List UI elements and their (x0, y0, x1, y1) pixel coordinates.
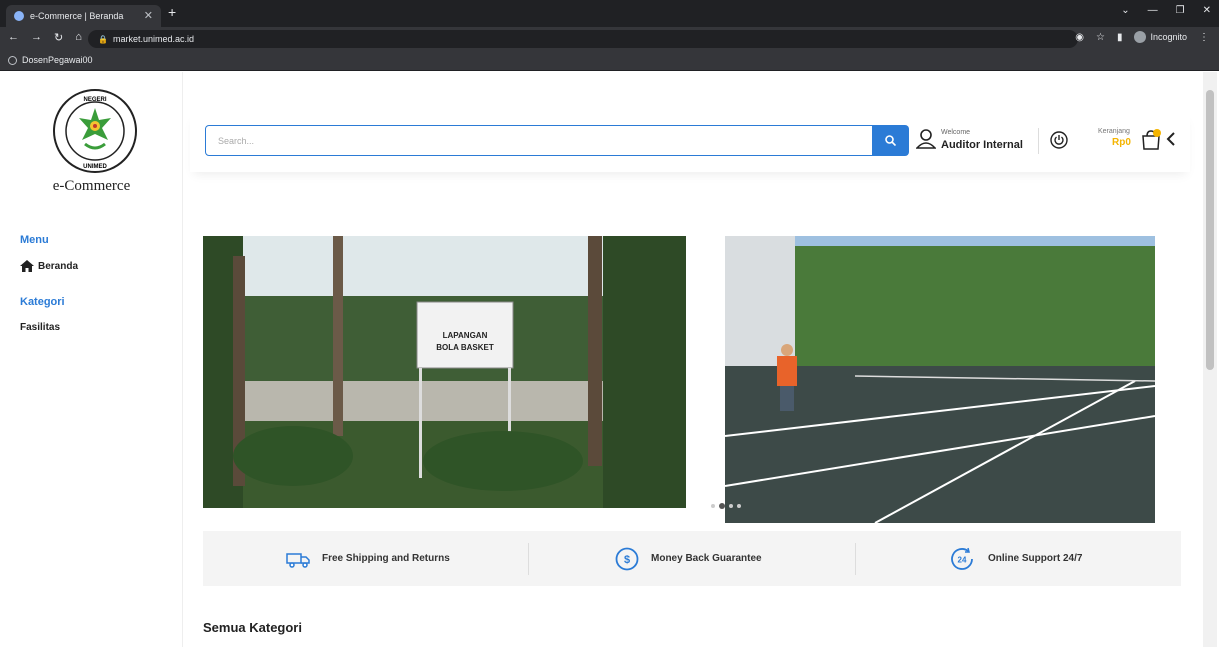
tab-title: e-Commerce | Beranda (30, 11, 124, 21)
feature-label: Online Support 24/7 (988, 553, 1083, 564)
toolbar-right: ◉ ☆ ▮ Incognito ⋮ (1075, 31, 1209, 43)
close-tab-icon[interactable]: ✕ (144, 9, 153, 22)
divider (1038, 128, 1039, 154)
sidebar-item-label: Beranda (38, 260, 79, 272)
home-icon[interactable]: ⌂ (75, 31, 82, 44)
menu-heading: Menu (20, 234, 49, 246)
reload-icon[interactable]: ↻ (54, 31, 63, 44)
features-bar: Free Shipping and Returns $ Money Back G… (203, 531, 1181, 586)
site-header: Search... Welcome Auditor Internal Keran… (190, 112, 1190, 172)
dollar-circle-icon: $ (615, 547, 639, 570)
sign-title: LAPANGAN (443, 331, 488, 340)
shopping-bag-icon (1142, 129, 1161, 150)
username: Auditor Internal (941, 139, 1023, 151)
banner-tennis-court[interactable] (725, 236, 1155, 523)
bookmark-item[interactable]: DosenPegawai00 (8, 55, 93, 65)
sidebar-item-fasilitas[interactable]: Fasilitas (20, 322, 60, 333)
category-heading: Kategori (20, 296, 65, 308)
search-input[interactable]: Search... (205, 125, 873, 156)
url-text: market.unimed.ac.id (112, 34, 195, 44)
search-button[interactable] (873, 125, 909, 156)
feature-online-support: 24 Online Support 24/7 (950, 531, 1082, 586)
divider (855, 543, 856, 575)
carousel-dot-active[interactable] (719, 503, 725, 509)
menu-kebab-icon[interactable]: ⋮ (1199, 32, 1209, 43)
chevron-left-icon[interactable] (1166, 131, 1176, 147)
globe-icon (8, 55, 17, 65)
banner-basketball-court[interactable]: LAPANGAN BOLA BASKET (203, 236, 686, 508)
svg-text:UNIMED: UNIMED (83, 164, 107, 170)
user-icon (916, 129, 936, 149)
sidebar: NEGERI UNIMED e-Commerce Menu Beranda Ka… (0, 72, 183, 647)
feature-label: Free Shipping and Returns (322, 553, 450, 564)
carousel-dot[interactable] (729, 504, 733, 508)
carousel-dot[interactable] (737, 504, 741, 508)
support-24-icon: 24 (951, 547, 973, 570)
chevron-down-icon[interactable]: ⌄ (1121, 5, 1129, 16)
unimed-logo-icon: NEGERI UNIMED (53, 89, 137, 173)
restore-icon[interactable]: ❐ (1176, 5, 1185, 16)
bookmark-label: DosenPegawai00 (22, 55, 93, 65)
divider (528, 543, 529, 575)
incognito-indicator[interactable]: Incognito (1134, 31, 1187, 43)
carousel-dot[interactable] (711, 504, 715, 508)
page: NEGERI UNIMED e-Commerce Menu Beranda Ka… (0, 72, 1219, 647)
new-tab-icon[interactable]: + (168, 4, 176, 20)
carousel-dots (711, 503, 741, 509)
power-icon[interactable] (1050, 131, 1068, 149)
back-icon[interactable]: ← (8, 31, 19, 44)
url-bar[interactable]: 🔒 market.unimed.ac.id (88, 30, 1078, 48)
cart[interactable]: Keranjang Rp0 (1098, 128, 1188, 156)
home-icon (20, 260, 34, 272)
star-icon[interactable]: ☆ (1096, 32, 1105, 43)
incognito-label: Incognito (1150, 32, 1187, 42)
tennis-court-image (725, 236, 1155, 523)
feature-free-shipping: Free Shipping and Returns (286, 531, 450, 586)
forward-icon[interactable]: → (31, 31, 42, 44)
minimize-icon[interactable]: — (1148, 5, 1158, 16)
browser-tab-bar: e-Commerce | Beranda ✕ + ⌄ — ❐ ✕ (0, 0, 1219, 27)
cart-value: Rp0 (1112, 137, 1131, 148)
window-controls: ⌄ — ❐ ✕ (1121, 5, 1211, 16)
lock-icon: 🔒 (98, 34, 108, 44)
sidebar-item-beranda[interactable]: Beranda (20, 260, 78, 272)
search-placeholder: Search... (218, 135, 255, 146)
close-window-icon[interactable]: ✕ (1203, 5, 1211, 16)
sidepanel-icon[interactable]: ▮ (1117, 32, 1123, 43)
svg-text:24: 24 (958, 555, 967, 564)
scrollbar-thumb[interactable] (1206, 90, 1214, 370)
section-title: Semua Kategori (203, 620, 302, 635)
sidebar-item-label: Fasilitas (20, 322, 61, 333)
favicon-icon (14, 11, 24, 21)
cart-label: Keranjang (1098, 128, 1130, 135)
logo-text: e-Commerce (52, 178, 131, 194)
bookmarks-bar: DosenPegawai00 (0, 51, 1219, 71)
svg-text:NEGERI: NEGERI (83, 97, 106, 103)
search-icon (885, 135, 896, 146)
welcome-label: Welcome (941, 129, 971, 136)
user-account[interactable]: Welcome Auditor Internal (916, 124, 1031, 158)
browser-tab[interactable]: e-Commerce | Beranda ✕ (6, 5, 161, 27)
sign-subtitle: BOLA BASKET (436, 343, 494, 352)
address-bar-row: ← → ↻ ⌂ 🔒 market.unimed.ac.id ◉ ☆ ▮ Inco… (0, 27, 1219, 51)
truck-icon (286, 552, 310, 568)
nav-buttons: ← → ↻ ⌂ (8, 31, 82, 44)
feature-label: Money Back Guarantee (651, 553, 762, 564)
svg-text:$: $ (624, 554, 630, 566)
incognito-icon (1134, 31, 1147, 43)
basketball-court-image: LAPANGAN BOLA BASKET (203, 236, 686, 508)
tracking-icon[interactable]: ◉ (1075, 32, 1084, 43)
scrollbar[interactable] (1203, 72, 1217, 647)
feature-money-back: $ Money Back Guarantee (615, 531, 762, 586)
